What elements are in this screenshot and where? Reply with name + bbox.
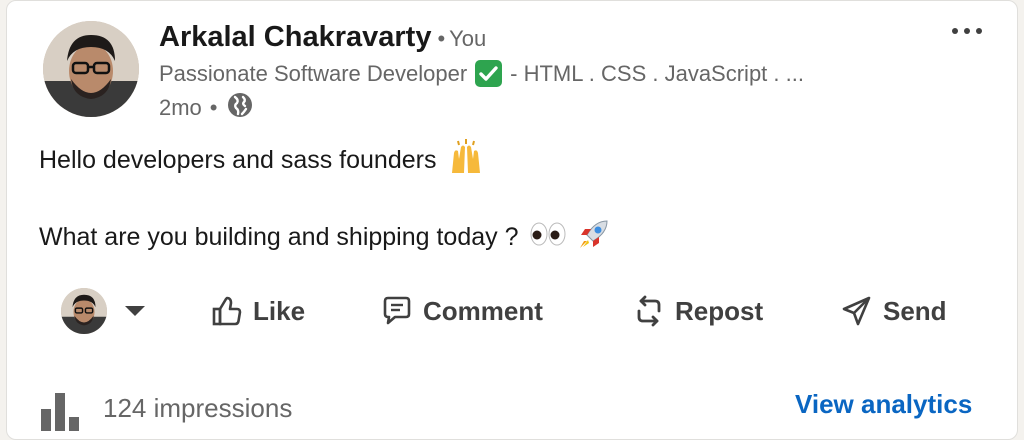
separator-dot: • [437, 26, 446, 51]
repost-label: Repost [675, 295, 764, 326]
relation-label: You [449, 26, 487, 51]
check-mark-icon [475, 60, 503, 87]
post-meta: 2mo • [159, 91, 254, 125]
author-name[interactable]: Arkalal Chakravarty [159, 21, 431, 53]
raising-hands-icon [446, 139, 486, 182]
post-text-line: Hello developers and sass founders [39, 146, 437, 174]
mini-avatar [61, 288, 107, 334]
like-icon [212, 296, 242, 326]
post-card: Arkalal Chakravarty • You Passionate Softw… [6, 0, 1018, 440]
reaction-identity-picker[interactable] [61, 283, 147, 339]
send-button[interactable]: Send [841, 283, 947, 339]
caret-down-icon [125, 306, 145, 316]
post-text-line: What are you building and shipping today… [39, 223, 519, 251]
separator-dot: • [209, 95, 218, 120]
repost-button[interactable]: Repost [633, 283, 763, 339]
post-body-line-1: Hello developers and sass founders [39, 139, 486, 182]
like-label: Like [253, 295, 306, 326]
post-actions: Like Comment Repost Send [7, 283, 1017, 339]
view-analytics-link[interactable]: View analytics [795, 389, 972, 420]
post-time[interactable]: 2mo [159, 95, 202, 121]
eyes-icon [529, 220, 567, 255]
ellipsis-icon [952, 28, 982, 34]
post-stats: 124 impressions [39, 385, 292, 431]
bar-chart-icon [41, 393, 79, 431]
send-label: Send [883, 295, 947, 326]
author-headline: Passionate Software Developer - HTML . C… [159, 60, 804, 87]
author-name-line: Arkalal Chakravarty • You [159, 21, 486, 54]
author-avatar[interactable] [43, 21, 139, 117]
impressions-count: 124 impressions [103, 393, 293, 423]
comment-label: Comment [423, 295, 543, 326]
globe-icon [226, 91, 254, 125]
headline-prefix: Passionate Software Developer [159, 60, 468, 86]
comment-icon [383, 296, 411, 325]
send-icon [842, 296, 871, 326]
repost-icon [637, 295, 661, 327]
like-button[interactable]: Like [211, 283, 305, 339]
more-options-button[interactable] [947, 17, 987, 45]
headline-suffix: - HTML . CSS . JavaScript . ... [510, 60, 804, 86]
rocket-icon [577, 217, 611, 258]
post-body-line-2: What are you building and shipping today… [39, 217, 611, 258]
comment-button[interactable]: Comment [381, 283, 543, 339]
